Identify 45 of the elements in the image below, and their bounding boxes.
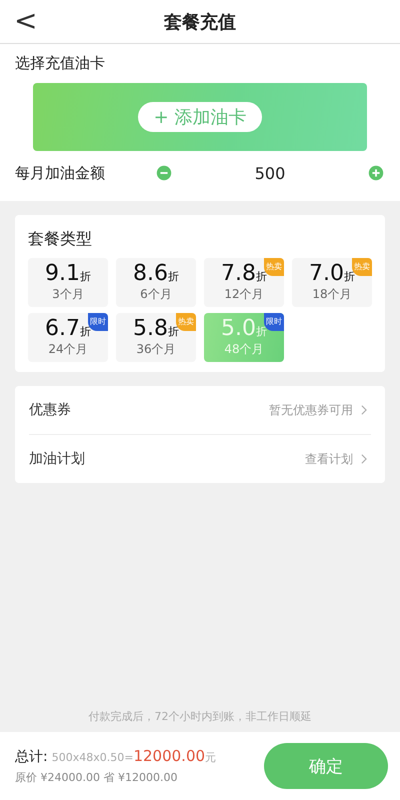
discount-unit: 折 <box>168 269 179 284</box>
plan-option[interactable]: 7.8折 12个月 热卖 <box>204 258 284 307</box>
plan-option[interactable]: 9.1折 3个月 <box>28 258 108 307</box>
info-note: 付款完成后，72个小时内到账，非工作日顺延 <box>88 709 312 725</box>
total-label: 总计: <box>15 748 48 766</box>
total-formula: 500x48x0.50= <box>52 751 134 764</box>
discount-value: 6.7 <box>45 317 80 341</box>
plan-duration: 48个月 <box>224 341 264 358</box>
plan-option[interactable]: 8.6折 6个月 <box>116 258 196 307</box>
discount-unit: 折 <box>80 325 91 339</box>
plan-duration: 6个月 <box>140 286 172 303</box>
plan-badge: 限时 <box>264 313 284 331</box>
plus-icon[interactable] <box>367 164 385 182</box>
option-label: 优惠券 <box>29 401 71 419</box>
currency-unit: 元 <box>205 750 216 765</box>
option-label: 加油计划 <box>29 450 85 468</box>
plan-duration: 12个月 <box>224 286 264 303</box>
discount-unit: 折 <box>256 270 267 284</box>
plan-duration: 36个月 <box>136 341 176 358</box>
back-button[interactable]: < <box>8 4 44 38</box>
amount-value: 500 <box>254 164 286 182</box>
plan-option[interactable]: 5.0折 48个月 限时 <box>204 313 284 362</box>
total-amount: 12000.00 <box>133 747 206 765</box>
discount-unit: 折 <box>256 325 267 339</box>
original-price: 原价 ¥24000.00 省 ¥12000.00 <box>15 770 178 785</box>
amount-label: 每月加油金额 <box>15 164 106 182</box>
discount-value: 5.0 <box>221 317 256 341</box>
discount-unit: 折 <box>344 270 355 284</box>
discount-value: 7.8 <box>221 262 256 286</box>
plan-option[interactable]: 6.7折 24个月 限时 <box>28 313 108 362</box>
page-title: 套餐充值 <box>164 10 236 34</box>
discount-value: 9.1 <box>45 262 80 286</box>
section-title: 套餐类型 <box>28 229 93 250</box>
plan-option[interactable]: 5.8折 36个月 热卖 <box>116 313 196 362</box>
minus-icon[interactable] <box>155 164 173 182</box>
plan-duration: 18个月 <box>312 286 352 303</box>
discount-value: 7.0 <box>309 262 344 286</box>
discount-unit: 折 <box>80 269 91 284</box>
plan-duration: 3个月 <box>52 286 84 303</box>
discount-value: 5.8 <box>133 317 168 341</box>
plan-option[interactable]: 7.0折 18个月 热卖 <box>292 258 372 307</box>
discount-unit: 折 <box>168 325 179 339</box>
section-label: 选择充值油卡 <box>15 54 106 73</box>
discount-value: 8.6 <box>133 262 168 286</box>
plan-duration: 24个月 <box>48 341 88 358</box>
